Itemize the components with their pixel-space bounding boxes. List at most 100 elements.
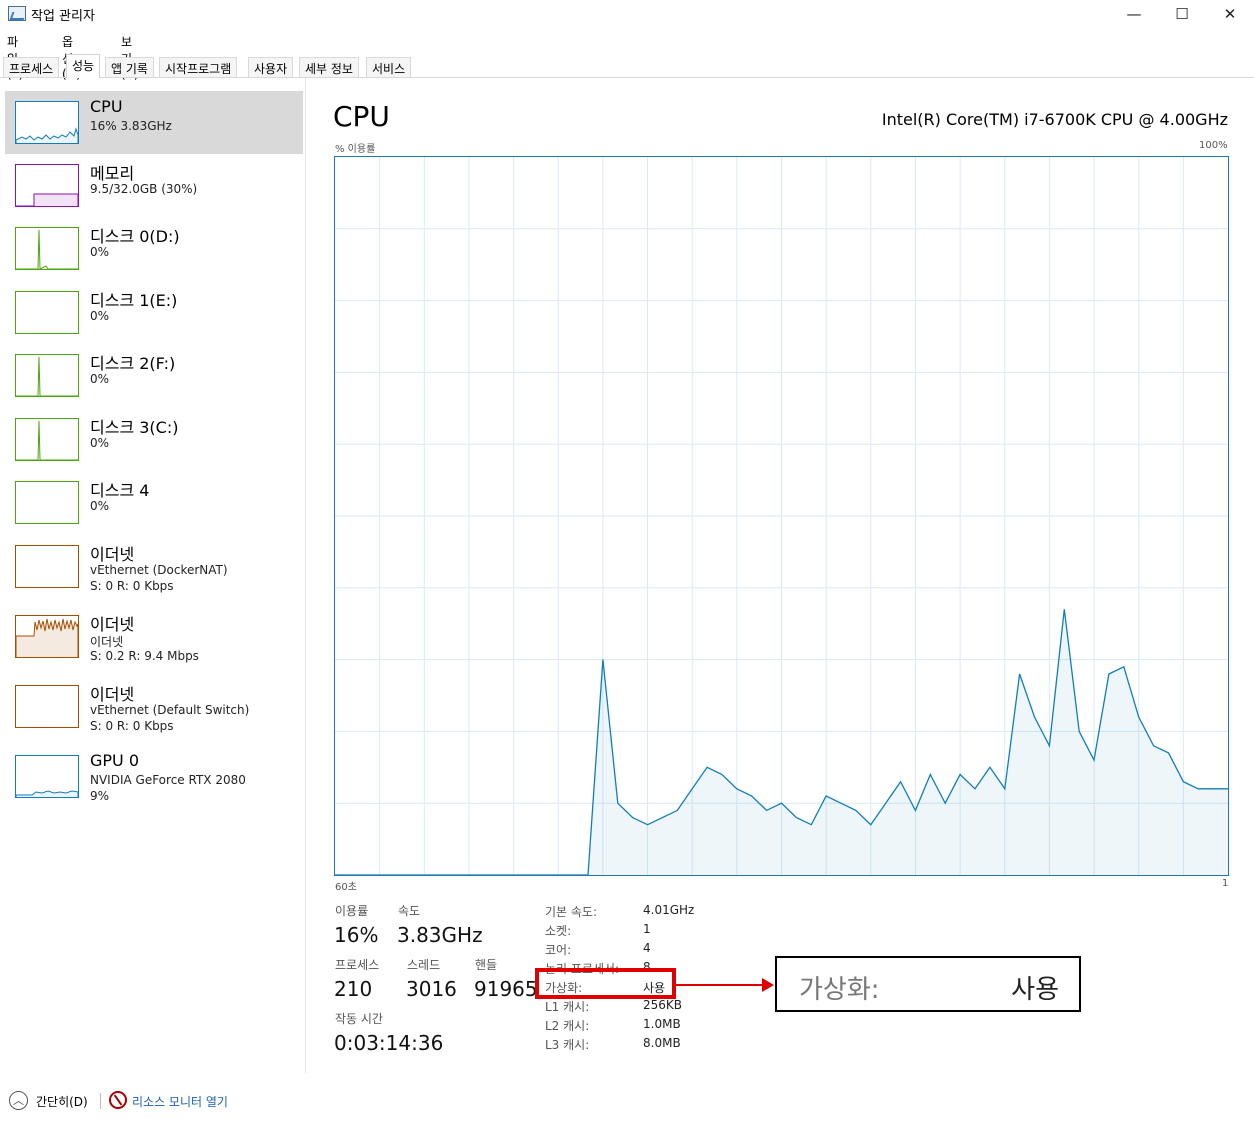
handles-label: 핸들 — [475, 958, 498, 972]
cores-value: 4 — [643, 941, 651, 955]
resource-detail: 이더넷 — [90, 635, 124, 649]
utilization-label: 이용률 — [335, 904, 369, 918]
x-axis-end: 1 — [1222, 878, 1229, 889]
tab-services[interactable]: 서비스 — [366, 57, 412, 77]
uptime-label: 작동 시간 — [335, 1012, 383, 1026]
resource-detail: vEthernet (DockerNAT) — [90, 563, 228, 577]
disk-thumbnail — [15, 418, 79, 461]
speed-label: 속도 — [398, 904, 421, 918]
uptime-value: 0:03:14:36 — [334, 1031, 444, 1055]
tab-performance[interactable]: 성능 — [66, 54, 101, 78]
x-axis-start: 60초 — [335, 882, 357, 893]
virtualization-callout: 가상화: 사용 — [775, 956, 1081, 1012]
l1-cache-value: 256KB — [643, 998, 683, 1012]
callout-value: 사용 — [1011, 975, 1059, 1005]
fewer-details-button[interactable]: 간단히(D) — [36, 1093, 88, 1110]
task-manager-icon — [8, 6, 26, 21]
tab-users[interactable]: 사용자 — [248, 57, 294, 77]
handles-value: 91965 — [474, 977, 538, 1001]
resource-item-gpu-0[interactable]: GPU 0 NVIDIA GeForce RTX 2080 9% — [5, 745, 303, 808]
resource-usage: 9% — [90, 789, 110, 803]
resource-detail: 0% — [90, 309, 110, 323]
tab-startup[interactable]: 시작프로그램 — [159, 57, 238, 77]
base-speed-label: 기본 속도: — [545, 905, 598, 919]
close-button[interactable]: ✕ — [1206, 0, 1254, 28]
processes-label: 프로세스 — [335, 958, 380, 972]
resource-name: 디스크 2(F:) — [90, 354, 176, 373]
cpu-model-name: Intel(R) Core(TM) i7-6700K CPU @ 4.00GHz — [881, 110, 1228, 129]
sockets-value: 1 — [643, 922, 651, 936]
resource-item-cpu[interactable]: CPU 16% 3.83GHz — [5, 91, 303, 154]
resource-name: 디스크 4 — [90, 481, 150, 500]
resource-list: CPU 16% 3.83GHz 메모리 9.5/32.0GB (30%) 디스크… — [0, 78, 306, 1073]
resource-name: 이더넷 — [90, 615, 135, 634]
tab-processes[interactable]: 프로세스 — [3, 57, 60, 77]
resource-name: 메모리 — [90, 164, 135, 183]
window-title: 작업 관리자 — [31, 9, 95, 24]
chevron-up-icon[interactable]: ︿ — [9, 1091, 28, 1110]
processes-value: 210 — [334, 977, 373, 1001]
utilization-value: 16% — [334, 923, 379, 947]
tab-details[interactable]: 세부 정보 — [299, 57, 359, 77]
resource-item-ethernet[interactable]: 이더넷 이더넷 S: 0.2 R: 9.4 Mbps — [5, 605, 303, 668]
annotation-arrow-line — [676, 984, 762, 986]
resource-item-disk-4[interactable]: 디스크 4 0% — [5, 471, 303, 534]
resource-detail: vEthernet (Default Switch) — [90, 703, 250, 717]
tab-app-history[interactable]: 앱 기록 — [105, 57, 154, 77]
l3-cache-label: L3 캐시: — [545, 1038, 590, 1052]
resource-item-ethernet-dockernat[interactable]: 이더넷 vEthernet (DockerNAT) S: 0 R: 0 Kbps — [5, 535, 303, 598]
resource-name: CPU — [90, 97, 123, 116]
resource-name: 디스크 3(C:) — [90, 418, 179, 437]
resource-item-ethernet-default-switch[interactable]: 이더넷 vEthernet (Default Switch) S: 0 R: 0… — [5, 675, 303, 738]
resource-detail: 0% — [90, 499, 110, 513]
resource-detail: 16% 3.83GHz — [90, 119, 172, 133]
disk-thumbnail — [15, 354, 79, 397]
open-resource-monitor-link[interactable]: 리소스 모니터 열기 — [132, 1093, 228, 1110]
cpu-usage-chart — [334, 156, 1229, 876]
cpu-thumbnail — [15, 101, 79, 144]
threads-label: 스레드 — [407, 958, 441, 972]
resource-detail: NVIDIA GeForce RTX 2080 — [90, 773, 246, 787]
disk-thumbnail — [15, 291, 79, 334]
resource-detail: 0% — [90, 372, 110, 386]
resource-name: 디스크 0(D:) — [90, 227, 180, 246]
tab-bar: 프로세스 성능 앱 기록 시작프로그램 사용자 세부 정보 서비스 — [0, 54, 1254, 78]
resource-name: 이더넷 — [90, 545, 135, 564]
callout-label: 가상화: — [799, 975, 880, 1005]
page-title: CPU — [333, 100, 390, 133]
base-speed-value: 4.01GHz — [643, 903, 695, 917]
cpu-chart-svg — [335, 157, 1228, 876]
ethernet-thumbnail — [15, 615, 79, 658]
l3-cache-value: 8.0MB — [643, 1036, 681, 1050]
resource-item-disk-2[interactable]: 디스크 2(F:) 0% — [5, 344, 303, 407]
disk-thumbnail — [15, 227, 79, 270]
title-bar: 작업 관리자 — ☐ ✕ — [0, 0, 1254, 28]
sockets-label: 소켓: — [545, 924, 572, 938]
resource-throughput: S: 0 R: 0 Kbps — [90, 719, 174, 733]
maximize-button[interactable]: ☐ — [1158, 0, 1206, 28]
resource-throughput: S: 0 R: 0 Kbps — [90, 579, 174, 593]
resource-item-disk-3[interactable]: 디스크 3(C:) 0% — [5, 408, 303, 471]
resource-detail: 0% — [90, 245, 110, 259]
l2-cache-label: L2 캐시: — [545, 1019, 590, 1033]
resource-item-disk-0[interactable]: 디스크 0(D:) 0% — [5, 217, 303, 280]
speed-value: 3.83GHz — [397, 923, 483, 947]
threads-value: 3016 — [406, 977, 457, 1001]
resource-item-disk-1[interactable]: 디스크 1(E:) 0% — [5, 281, 303, 344]
disk-thumbnail — [15, 481, 79, 524]
y-axis-max: 100% — [1199, 140, 1228, 151]
l2-cache-value: 1.0MB — [643, 1017, 681, 1031]
resource-name: 이더넷 — [90, 685, 135, 704]
virtualization-highlight-box — [535, 968, 676, 999]
gpu-thumbnail — [15, 755, 79, 798]
bottom-bar: ︿ 간단히(D) 리소스 모니터 열기 — [0, 1086, 1254, 1116]
resource-item-memory[interactable]: 메모리 9.5/32.0GB (30%) — [5, 154, 303, 217]
resource-detail: 9.5/32.0GB (30%) — [90, 182, 198, 196]
resource-monitor-icon[interactable] — [109, 1091, 127, 1109]
resource-throughput: S: 0.2 R: 9.4 Mbps — [90, 649, 199, 663]
resource-name: 디스크 1(E:) — [90, 291, 178, 310]
y-axis-label: % 이용률 — [335, 144, 376, 155]
minimize-button[interactable]: — — [1110, 0, 1158, 28]
cores-label: 코어: — [545, 943, 572, 957]
resource-name: GPU 0 — [90, 751, 140, 770]
